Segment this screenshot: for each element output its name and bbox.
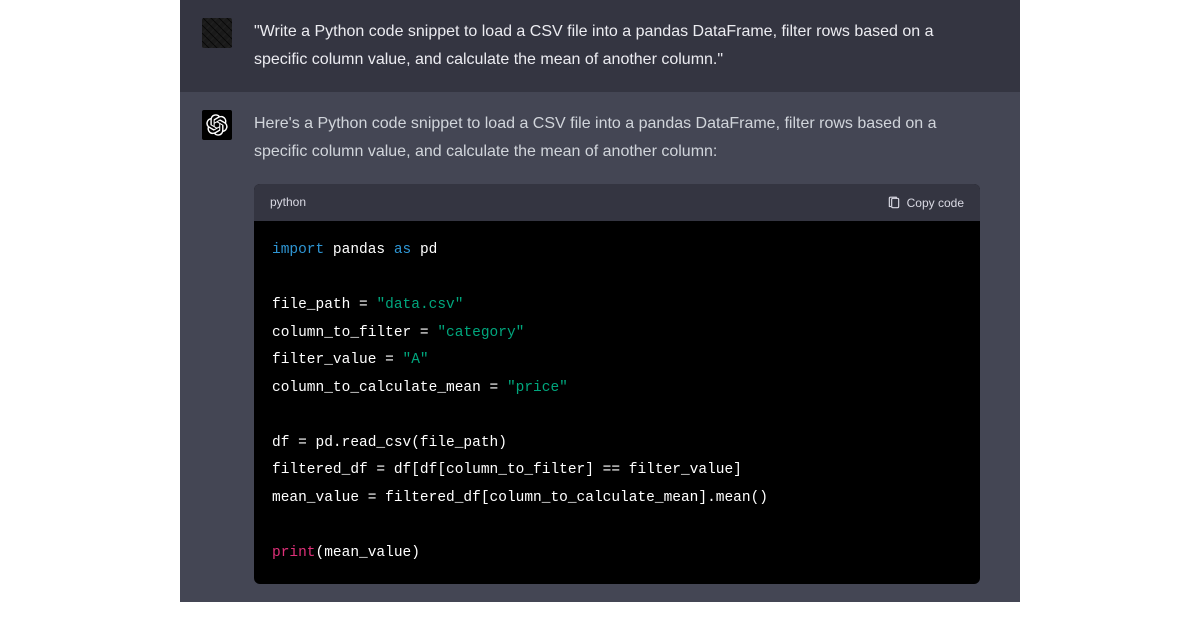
code-token: "price" [507,380,568,396]
copy-code-button[interactable]: Copy code [887,196,964,210]
copy-code-label: Copy code [907,196,964,210]
code-block: python Copy code import pandas as pd fil… [254,184,980,584]
code-token: mean_value [272,490,359,506]
user-message-row: "Write a Python code snippet to load a C… [180,0,1020,92]
assistant-avatar [202,110,232,140]
openai-logo-icon [206,114,228,136]
code-token: filtered_df [272,462,368,478]
code-content[interactable]: import pandas as pd file_path = "data.cs… [254,221,980,584]
clipboard-icon [887,196,901,210]
code-token: pandas [333,242,385,258]
code-token: = [411,325,437,341]
code-token: file_path [272,297,350,313]
code-token: "category" [437,325,524,341]
code-token: "data.csv" [376,297,463,313]
assistant-message-row: Here's a Python code snippet to load a C… [180,92,1020,602]
code-token: as [394,242,411,258]
chat-container: "Write a Python code snippet to load a C… [180,0,1020,630]
code-token: print [272,545,316,561]
code-token: = pd.read_csv(file_path) [289,435,507,451]
code-token: = [481,380,507,396]
assistant-intro-text: Here's a Python code snippet to load a C… [254,110,980,166]
code-token: = filtered_df[column_to_calculate_mean].… [359,490,768,506]
code-token: = df[df[column_to_filter] == filter_valu… [368,462,742,478]
code-header: python Copy code [254,184,980,221]
assistant-message-content: Here's a Python code snippet to load a C… [254,110,980,584]
code-token: (mean_value) [316,545,420,561]
code-token: column_to_calculate_mean [272,380,481,396]
user-message-content: "Write a Python code snippet to load a C… [254,18,980,74]
user-avatar [202,18,232,48]
code-token: import [272,242,324,258]
code-token: filter_value [272,352,376,368]
code-language-label: python [270,192,306,213]
code-token: = [350,297,376,313]
code-token: column_to_filter [272,325,411,341]
code-token: = [376,352,402,368]
user-message-text: "Write a Python code snippet to load a C… [254,23,934,68]
code-token: df [272,435,289,451]
code-token: "A" [403,352,429,368]
code-token: pd [420,242,437,258]
